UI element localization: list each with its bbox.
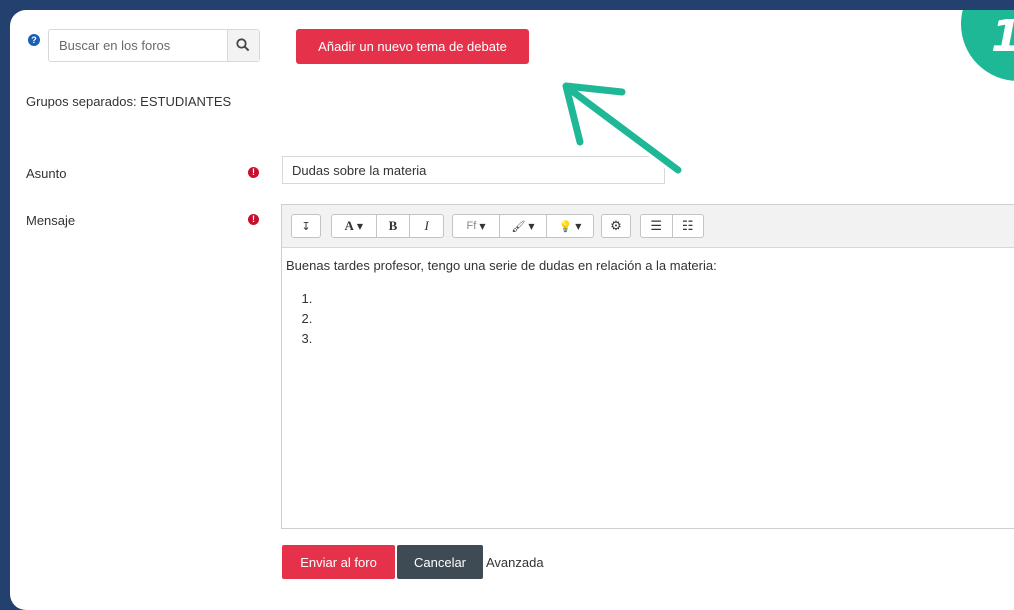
expand-toolbar-button[interactable]: ↧ — [292, 215, 320, 237]
font-family-button[interactable]: Ff ▼ — [453, 215, 500, 237]
style-button[interactable]: 💡 ▼ — [547, 215, 593, 237]
advanced-link[interactable]: Avanzada — [486, 555, 544, 570]
message-label: Mensaje — [26, 213, 76, 228]
lightbulb-icon: 💡 — [558, 219, 573, 233]
bullet-list-icon: ☰ — [650, 218, 663, 234]
search-input[interactable] — [49, 30, 227, 61]
add-topic-button[interactable]: Añadir un nuevo tema de debate — [296, 29, 529, 64]
italic-button[interactable]: I — [410, 215, 443, 237]
message-list — [286, 289, 1014, 349]
chevron-down-icon: ▼ — [575, 221, 582, 231]
font-family-icon: Ff — [466, 220, 477, 232]
forum-card: ? Añadir un nuevo tema de debate Grupos … — [10, 10, 1014, 610]
message-intro: Buenas tardes profesor, tengo una serie … — [286, 258, 717, 273]
font-color-button[interactable]: A ▼ — [332, 215, 377, 237]
highlight-button[interactable]: 🖌 ▼ — [500, 215, 547, 237]
list-item — [316, 329, 1014, 349]
search-icon — [236, 38, 250, 52]
chevron-down-icon: ▼ — [356, 221, 364, 231]
search-button[interactable] — [227, 30, 259, 61]
cancel-button[interactable]: Cancelar — [397, 545, 483, 579]
gear-icon: ⚙ — [610, 218, 622, 234]
submit-button[interactable]: Enviar al foro — [282, 545, 395, 579]
required-icon: ! — [248, 167, 259, 178]
step-badge: 1 — [958, 10, 1014, 84]
numbered-list-icon: ☷ — [681, 218, 694, 234]
chevron-down-icon: ▼ — [528, 221, 535, 231]
subject-label: Asunto — [26, 166, 67, 181]
required-icon: ! — [248, 214, 259, 225]
settings-button[interactable]: ⚙ — [602, 215, 630, 237]
arrow-annotation — [559, 79, 685, 177]
font-color-icon: A — [344, 218, 354, 233]
editor-content[interactable]: Buenas tardes profesor, tengo una serie … — [282, 248, 1014, 359]
help-icon[interactable]: ? — [28, 34, 40, 46]
bullet-list-button[interactable]: ☰ — [641, 215, 673, 237]
list-item — [316, 309, 1014, 329]
numbered-list-button[interactable]: ☷ — [673, 215, 704, 237]
chevron-down-icon: ▼ — [479, 221, 486, 231]
bold-button[interactable]: B — [377, 215, 411, 237]
editor-toolbar: ↧ A ▼ B I Ff ▼ 🖌 ▼ 💡 ▼ ⚙ ☰ ☷ — [282, 205, 1014, 248]
message-editor: ↧ A ▼ B I Ff ▼ 🖌 ▼ 💡 ▼ ⚙ ☰ ☷ Buenas tard… — [281, 204, 1014, 529]
search-box — [48, 29, 260, 62]
groups-label: Grupos separados: ESTUDIANTES — [26, 94, 232, 109]
list-item — [316, 289, 1014, 309]
brush-icon: 🖌 — [511, 219, 526, 233]
